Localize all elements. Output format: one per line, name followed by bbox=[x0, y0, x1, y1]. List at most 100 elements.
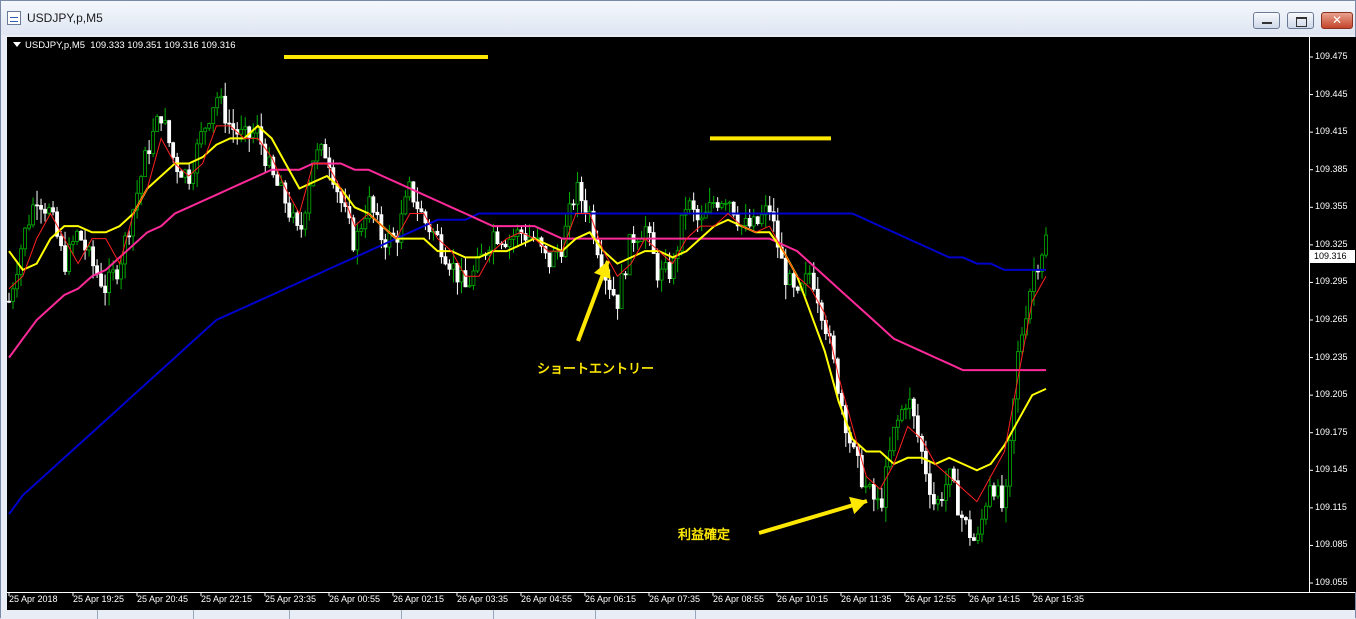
candle-body bbox=[139, 176, 144, 194]
candle-body bbox=[903, 407, 908, 410]
time-tick-label: 25 Apr 19:25 bbox=[73, 594, 125, 604]
candle-body bbox=[23, 227, 27, 250]
ma-slow-line bbox=[8, 162, 1046, 372]
price-tick-label: 109.385 bbox=[1315, 163, 1348, 174]
candle-body bbox=[571, 203, 576, 206]
time-tick-label: 26 Apr 07:35 bbox=[649, 594, 701, 604]
candle-body bbox=[47, 207, 51, 214]
time-tick-label: 26 Apr 12:55 bbox=[905, 594, 957, 604]
candle-body bbox=[75, 230, 79, 242]
short-entry-label: ショートエントリー bbox=[537, 362, 655, 377]
candle-body bbox=[976, 533, 980, 541]
candle-body bbox=[491, 231, 496, 251]
candle-body bbox=[751, 216, 756, 227]
candle-body bbox=[251, 132, 256, 138]
ma-fast-line bbox=[8, 125, 1047, 503]
candle-body bbox=[803, 273, 808, 285]
candle-body bbox=[863, 485, 868, 488]
candle-body bbox=[964, 517, 968, 521]
candle-body bbox=[63, 245, 67, 272]
candle-body bbox=[727, 201, 732, 204]
time-tick-label: 26 Apr 06:15 bbox=[585, 594, 637, 604]
candle-body bbox=[643, 226, 648, 239]
candle-body bbox=[795, 286, 800, 291]
candle-body bbox=[619, 273, 624, 309]
time-tick-label: 26 Apr 04:55 bbox=[521, 594, 573, 604]
candle-body bbox=[451, 262, 456, 270]
candle-body bbox=[239, 128, 244, 135]
candle-body bbox=[935, 499, 940, 505]
candle-body bbox=[475, 256, 480, 272]
candle-body bbox=[303, 212, 308, 230]
candle-body bbox=[551, 250, 556, 268]
ma-long-line bbox=[8, 212, 1046, 515]
candle-body bbox=[915, 415, 920, 437]
candle-body bbox=[99, 273, 103, 287]
price-tick-label: 109.415 bbox=[1315, 126, 1348, 137]
candle-body bbox=[411, 181, 416, 203]
candle-body bbox=[667, 262, 672, 280]
time-tick-label: 26 Apr 11:35 bbox=[841, 594, 892, 604]
candle-body bbox=[511, 236, 516, 240]
price-tick-label: 109.265 bbox=[1315, 314, 1348, 324]
candle-body bbox=[992, 485, 996, 497]
candle-body bbox=[1032, 270, 1036, 292]
candle-body bbox=[623, 273, 628, 276]
candle-body bbox=[719, 203, 724, 208]
time-tick-label: 26 Apr 15:35 bbox=[1033, 594, 1085, 604]
candle-body bbox=[507, 238, 512, 248]
candle-body bbox=[315, 149, 320, 162]
candle-body bbox=[435, 230, 440, 236]
candle-body bbox=[415, 201, 420, 210]
candle-body bbox=[187, 169, 192, 184]
price-tick-label: 109.085 bbox=[1315, 539, 1348, 550]
candle-body bbox=[952, 468, 956, 482]
candle-body bbox=[911, 398, 916, 417]
time-tick-label: 26 Apr 02:15 bbox=[393, 594, 445, 604]
candle-body bbox=[155, 116, 160, 132]
candle-body bbox=[443, 256, 448, 265]
time-tick-label: 26 Apr 00:55 bbox=[329, 594, 381, 604]
candle-body bbox=[891, 426, 896, 452]
candle-body bbox=[655, 253, 660, 281]
candle-body bbox=[1036, 270, 1040, 273]
candle-body bbox=[387, 232, 392, 248]
candle-body bbox=[851, 442, 856, 448]
price-tick-label: 109.175 bbox=[1315, 426, 1348, 437]
candle-body bbox=[39, 205, 43, 210]
candle-body bbox=[299, 225, 304, 230]
current-price-tag: 109.316 bbox=[1310, 250, 1355, 263]
candle-body bbox=[207, 123, 212, 129]
time-tick-label: 26 Apr 08:55 bbox=[713, 594, 765, 604]
candle-body bbox=[147, 150, 152, 155]
candle-body bbox=[635, 240, 640, 243]
time-tick-label: 26 Apr 03:35 bbox=[457, 594, 509, 604]
candle-body bbox=[495, 231, 500, 245]
candle-body bbox=[199, 131, 204, 145]
candle-body bbox=[755, 216, 760, 225]
candle-body bbox=[1044, 234, 1048, 256]
price-tick-label: 109.055 bbox=[1315, 577, 1348, 587]
candle-body bbox=[811, 272, 816, 290]
candle-body bbox=[439, 234, 444, 258]
candle-body bbox=[203, 127, 208, 133]
candle-body bbox=[287, 202, 292, 218]
candle-body bbox=[59, 235, 63, 247]
symbol-name: USDJPY,p,M5 bbox=[25, 40, 86, 51]
candle-body bbox=[115, 269, 120, 280]
candle-body bbox=[715, 202, 720, 208]
candle-body bbox=[944, 484, 948, 501]
time-tick-label: 25 Apr 23:35 bbox=[265, 594, 317, 604]
time-tick-label: 25 Apr 22:15 bbox=[201, 594, 253, 604]
candle-body bbox=[19, 248, 23, 275]
candle-body bbox=[375, 211, 380, 216]
candle-body bbox=[7, 300, 11, 303]
candle-body bbox=[71, 241, 75, 245]
candle-body bbox=[323, 144, 328, 159]
time-tick-label: 26 Apr 14:15 bbox=[969, 594, 1021, 604]
candle-body bbox=[163, 120, 168, 124]
dropdown-triangle-icon[interactable] bbox=[13, 42, 21, 47]
candle-body bbox=[659, 268, 664, 281]
candle-body bbox=[359, 228, 364, 232]
candle-body bbox=[567, 203, 572, 227]
